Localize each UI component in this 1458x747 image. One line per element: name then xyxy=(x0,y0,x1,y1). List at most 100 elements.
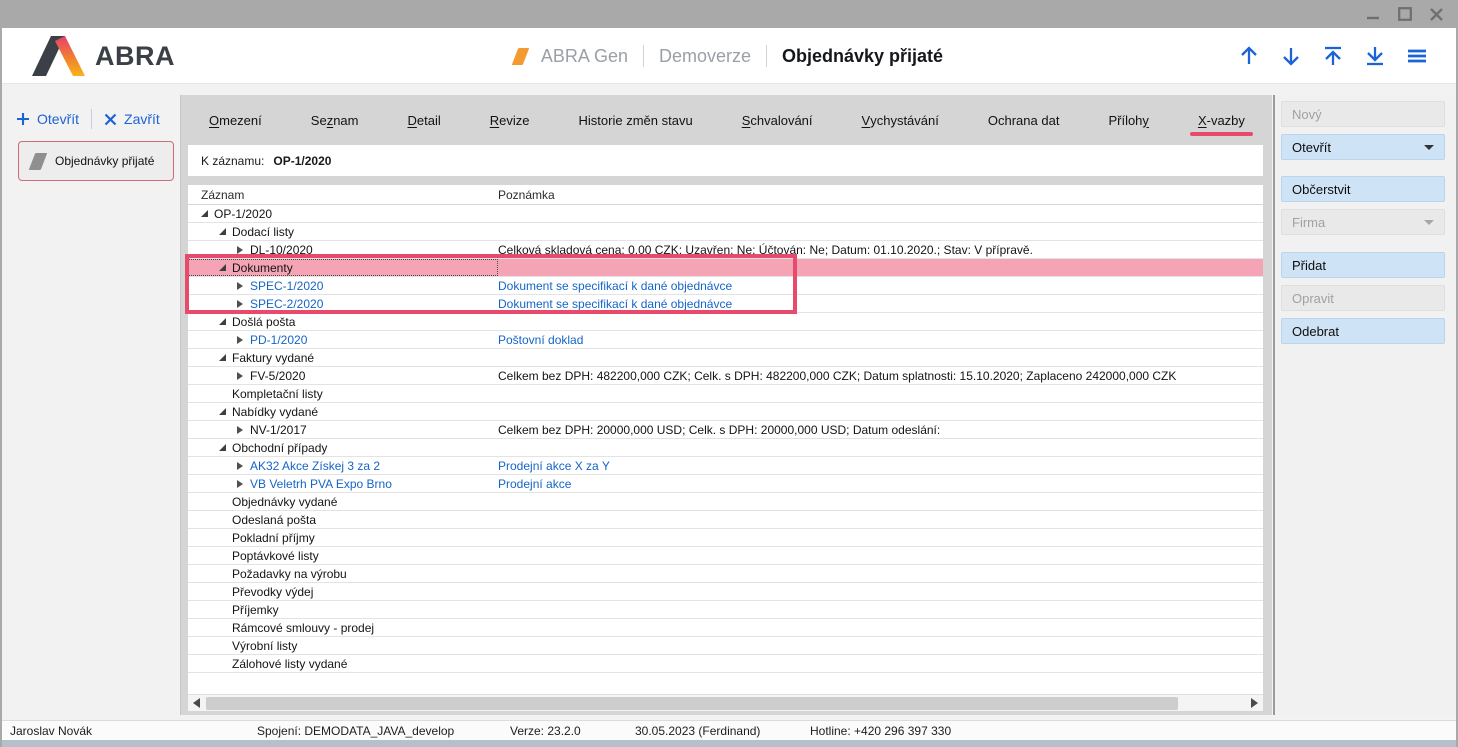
expand-icon[interactable] xyxy=(237,336,243,344)
note-cell xyxy=(498,259,1263,276)
tree-row[interactable]: Odeslaná pošta xyxy=(188,511,1263,529)
tree-row[interactable]: DL-10/2020Celková skladová cena: 0,00 CZ… xyxy=(188,241,1263,259)
tree-row[interactable]: Příjemky xyxy=(188,601,1263,619)
tree-row[interactable]: Nabídky vydané xyxy=(188,403,1263,421)
note-cell xyxy=(498,223,1263,240)
tab-prilohy[interactable]: Přílohy xyxy=(1102,95,1154,145)
tree-row[interactable]: Požadavky na výrobu xyxy=(188,565,1263,583)
tab-seznam[interactable]: Seznam xyxy=(305,95,365,145)
note-cell xyxy=(498,601,1263,618)
button-label: Opravit xyxy=(1292,291,1334,306)
record-label: Rámcové smlouvy - prodej xyxy=(232,621,374,635)
scroll-left-icon[interactable] xyxy=(193,698,200,708)
tree-row[interactable]: Dokumenty xyxy=(188,259,1263,277)
expand-icon[interactable] xyxy=(237,246,243,254)
tree-row[interactable]: Rámcové smlouvy - prodej xyxy=(188,619,1263,637)
tree-spacer xyxy=(219,552,226,559)
tree-row[interactable]: Výrobní listy xyxy=(188,637,1263,655)
collapse-icon[interactable] xyxy=(219,408,226,415)
tree-row[interactable]: NV-1/2017Celkem bez DPH: 20000,000 USD; … xyxy=(188,421,1263,439)
tab-revize[interactable]: Revize xyxy=(484,95,536,145)
tab-x-vazby[interactable]: X-vazby xyxy=(1192,95,1251,145)
open-workspace-button[interactable]: Otevřít xyxy=(16,111,79,127)
tree-row[interactable]: SPEC-2/2020Dokument se specifikací k dan… xyxy=(188,295,1263,313)
tree-row[interactable]: AK32 Akce Získej 3 za 2Prodejní akce X z… xyxy=(188,457,1263,475)
collapse-icon[interactable] xyxy=(201,210,208,217)
action-button-odebrat[interactable]: Odebrat xyxy=(1281,318,1445,344)
record-bar-value: OP-1/2020 xyxy=(273,154,331,168)
tab-label: V xyxy=(862,113,871,128)
tab-label: nam xyxy=(333,113,358,128)
expand-icon[interactable] xyxy=(237,282,243,290)
note-cell xyxy=(498,403,1263,420)
tab-omezeni[interactable]: Omezení xyxy=(203,95,268,145)
open-workspace-label: Otevřít xyxy=(37,111,79,127)
tree-row[interactable]: FV-5/2020Celkem bez DPH: 482200,000 CZK;… xyxy=(188,367,1263,385)
tree-row[interactable]: Převodky výdej xyxy=(188,583,1263,601)
tree-spacer xyxy=(219,588,226,595)
tab-label: chvalování xyxy=(750,113,812,128)
expand-icon[interactable] xyxy=(237,426,243,434)
arrow-to-top-icon[interactable] xyxy=(1320,43,1346,69)
expand-icon[interactable] xyxy=(237,372,243,380)
menu-icon[interactable] xyxy=(1404,43,1430,69)
record-cell: SPEC-1/2020 xyxy=(188,277,498,294)
maximize-icon[interactable] xyxy=(1397,7,1412,22)
record-cell: Výrobní listy xyxy=(188,637,498,654)
record-cell: Objednávky vydané xyxy=(188,493,498,510)
close-icon[interactable] xyxy=(1429,7,1444,22)
action-button-otevrit[interactable]: Otevřít xyxy=(1281,134,1445,160)
tree-row[interactable]: Obchodní případy xyxy=(188,439,1263,457)
header-toolbar xyxy=(1236,28,1430,84)
tree-row[interactable]: VB Veletrh PVA Expo BrnoProdejní akce xyxy=(188,475,1263,493)
expand-icon[interactable] xyxy=(237,462,243,470)
note-cell xyxy=(498,529,1263,546)
tree-spacer xyxy=(219,570,226,577)
note-cell xyxy=(498,349,1263,366)
tab-label: S xyxy=(742,113,751,128)
tab-schvalovani[interactable]: Schvalování xyxy=(736,95,819,145)
tree-spacer xyxy=(219,498,226,505)
scrollbar-thumb[interactable] xyxy=(206,697,1178,710)
close-workspace-button[interactable]: Zavřít xyxy=(104,111,160,127)
tree-row[interactable]: Objednávky vydané xyxy=(188,493,1263,511)
tree-row[interactable]: Poptávkové listy xyxy=(188,547,1263,565)
tree-row[interactable]: SPEC-1/2020Dokument se specifikací k dan… xyxy=(188,277,1263,295)
collapse-icon[interactable] xyxy=(219,444,226,451)
record-label: Odeslaná pošta xyxy=(232,513,316,527)
collapse-icon[interactable] xyxy=(219,354,226,361)
arrow-up-icon[interactable] xyxy=(1236,43,1262,69)
tree-row[interactable]: Kompletační listy xyxy=(188,385,1263,403)
collapse-icon[interactable] xyxy=(219,318,226,325)
collapse-icon[interactable] xyxy=(219,228,226,235)
tab-ochrana-dat[interactable]: Ochrana dat xyxy=(982,95,1066,145)
action-button-obcerstvit[interactable]: Občerstvit xyxy=(1281,176,1445,202)
tree-row[interactable]: OP-1/2020 xyxy=(188,205,1263,223)
tab-vychystavani[interactable]: Vychystávání xyxy=(856,95,945,145)
tab-detail[interactable]: Detail xyxy=(402,95,447,145)
sidebar-item-objednavky-prijate[interactable]: Objednávky přijaté xyxy=(18,141,174,181)
expand-icon[interactable] xyxy=(237,300,243,308)
breadcrumb-divider xyxy=(643,45,644,67)
record-label: VB Veletrh PVA Expo Brno xyxy=(250,477,392,491)
tree-row[interactable]: Faktury vydané xyxy=(188,349,1263,367)
tab-historie-zmen-stavu[interactable]: Historie změn stavu xyxy=(573,95,699,145)
minimize-icon[interactable] xyxy=(1365,7,1380,22)
button-label: Firma xyxy=(1292,215,1325,230)
horizontal-scrollbar[interactable] xyxy=(188,694,1263,711)
tree-table: Záznam Poznámka OP-1/2020Dodací listyDL-… xyxy=(188,185,1263,694)
record-label: Nabídky vydané xyxy=(232,405,318,419)
record-label: DL-10/2020 xyxy=(250,243,313,257)
tree-row[interactable]: Pokladní příjmy xyxy=(188,529,1263,547)
arrow-down-icon[interactable] xyxy=(1278,43,1304,69)
expand-icon[interactable] xyxy=(237,480,243,488)
tree-row[interactable]: Došlá pošta xyxy=(188,313,1263,331)
tree-row[interactable]: Dodací listy xyxy=(188,223,1263,241)
collapse-icon[interactable] xyxy=(219,264,226,271)
tree-row[interactable]: Zálohové listy vydané xyxy=(188,655,1263,673)
arrow-to-bottom-icon[interactable] xyxy=(1362,43,1388,69)
vertical-divider xyxy=(91,109,92,129)
scroll-right-icon[interactable] xyxy=(1251,698,1258,708)
action-button-pridat[interactable]: Přidat xyxy=(1281,252,1445,278)
tree-row[interactable]: PD-1/2020Poštovní doklad xyxy=(188,331,1263,349)
